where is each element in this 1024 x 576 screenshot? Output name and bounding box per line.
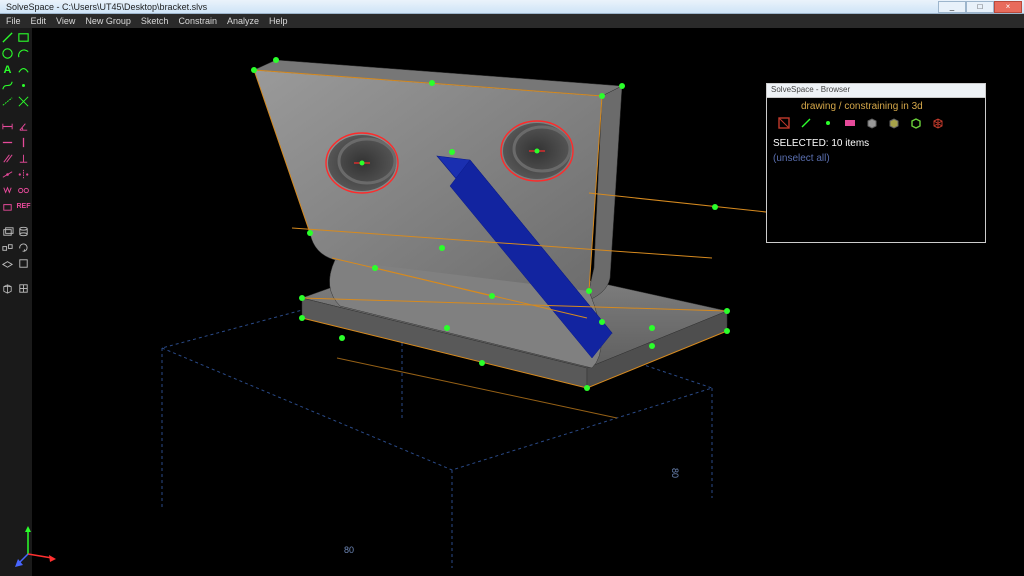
menu-file[interactable]: File (6, 16, 21, 26)
browser-body: drawing / constraining in 3d SELECTED: 1… (767, 98, 985, 242)
menu-analyze[interactable]: Analyze (227, 16, 259, 26)
browser-icon-constraint[interactable] (843, 116, 857, 130)
menu-constrain[interactable]: Constrain (178, 16, 217, 26)
close-button[interactable]: × (994, 1, 1022, 13)
menu-view[interactable]: View (56, 16, 75, 26)
browser-icon-mesh[interactable] (931, 116, 945, 130)
tool-same-orientation[interactable] (16, 183, 31, 198)
tool-text[interactable]: A (0, 62, 15, 77)
tool-line[interactable] (0, 30, 15, 45)
tool-nearest-ortho[interactable] (16, 281, 31, 296)
window-buttons: _ □ × (938, 1, 1022, 13)
browser-icon-faces[interactable] (887, 116, 901, 130)
browser-heading: drawing / constraining in 3d (801, 101, 979, 112)
tool-vertical[interactable] (16, 135, 31, 150)
browser-unselect-all[interactable]: (unselect all) (773, 153, 979, 164)
dim-label-y: 80 (670, 468, 680, 478)
tool-ref[interactable]: REF (16, 199, 31, 214)
browser-selected-line: SELECTED: 10 items (773, 138, 979, 149)
browser-icon-point[interactable] (821, 116, 835, 130)
tool-construction[interactable] (0, 94, 15, 109)
tool-bezier[interactable] (0, 78, 15, 93)
tool-lathe[interactable] (16, 224, 31, 239)
browser-selected-count: 10 items (831, 138, 869, 149)
tool-point[interactable] (16, 78, 31, 93)
tool-horizontal[interactable] (0, 135, 15, 150)
tool-extrude[interactable] (0, 224, 15, 239)
tool-circle[interactable] (0, 46, 15, 61)
tool-rect[interactable] (16, 30, 31, 45)
window-title: SolveSpace - C:\Users\UT45\Desktop\brack… (2, 2, 207, 12)
tool-step-translate[interactable] (0, 240, 15, 255)
toolbar: A (0, 28, 32, 576)
browser-icon-edges[interactable] (909, 116, 923, 130)
browser-icon-line[interactable] (799, 116, 813, 130)
tool-perpendicular[interactable] (16, 151, 31, 166)
dim-label-x: 80 (344, 545, 354, 555)
tool-sketch-in-plane[interactable] (16, 256, 31, 271)
menu-help[interactable]: Help (269, 16, 288, 26)
tool-angle[interactable] (16, 119, 31, 134)
browser-icon-shaded[interactable] (865, 116, 879, 130)
workarea: A (0, 28, 1024, 576)
browser-selected-label: SELECTED: (773, 138, 829, 149)
tool-equal[interactable] (0, 183, 15, 198)
tool-sketch-in-3d[interactable] (0, 256, 15, 271)
tool-split[interactable] (16, 94, 31, 109)
axis-gizmo (14, 524, 58, 568)
property-browser[interactable]: SolveSpace - Browser drawing / constrain… (766, 83, 986, 243)
tool-distance[interactable] (0, 119, 15, 134)
tool-symmetric[interactable] (16, 167, 31, 182)
browser-icon-workplane[interactable] (777, 116, 791, 130)
maximize-button[interactable]: □ (966, 1, 994, 13)
menu-sketch[interactable]: Sketch (141, 16, 169, 26)
browser-title: SolveSpace - Browser (767, 84, 985, 98)
tool-tangent-arc[interactable] (16, 62, 31, 77)
tool-step-rotate[interactable] (16, 240, 31, 255)
minimize-button[interactable]: _ (938, 1, 966, 13)
tool-point-on[interactable] (0, 167, 15, 182)
titlebar: SolveSpace - C:\Users\UT45\Desktop\brack… (0, 0, 1024, 14)
tool-nearest-iso[interactable] (0, 281, 15, 296)
menu-edit[interactable]: Edit (31, 16, 47, 26)
tool-other-constraint[interactable] (0, 199, 15, 214)
tool-parallel[interactable] (0, 151, 15, 166)
menu-new-group[interactable]: New Group (85, 16, 131, 26)
browser-toolbar (773, 114, 979, 136)
menubar: File Edit View New Group Sketch Constrai… (0, 14, 1024, 28)
tool-arc[interactable] (16, 46, 31, 61)
